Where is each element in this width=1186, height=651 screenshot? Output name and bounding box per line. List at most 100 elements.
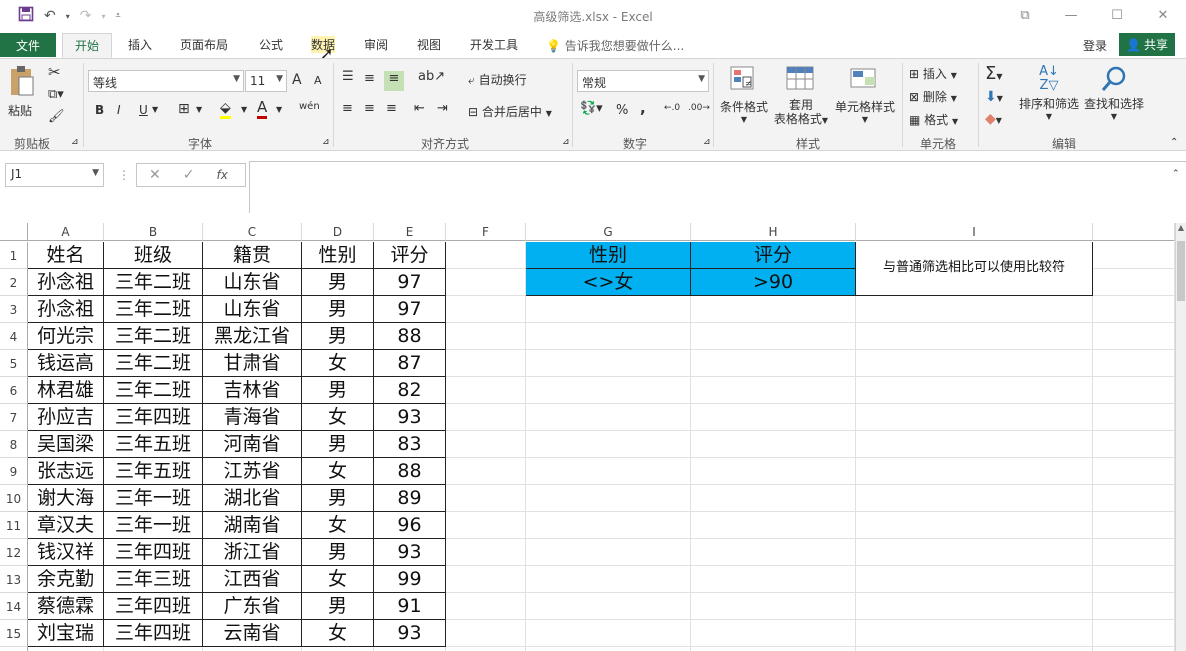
row-header[interactable]: 5 (0, 350, 28, 377)
grid-cell[interactable] (856, 647, 1093, 651)
grid-cell[interactable] (1093, 647, 1175, 651)
ribbon-display-icon[interactable]: ⧉ (1002, 0, 1048, 30)
grid-cell[interactable] (691, 620, 856, 647)
grid-cell[interactable] (446, 593, 526, 620)
grid-cell[interactable]: 三年二班 (104, 296, 203, 323)
column-header-a[interactable]: A (28, 223, 104, 241)
close-icon[interactable]: ✕ (1140, 0, 1186, 30)
grid-cell[interactable] (1093, 620, 1175, 647)
grid-cell[interactable]: 男 (302, 296, 374, 323)
column-header-i[interactable]: I (856, 223, 1093, 241)
grid-cell[interactable] (526, 593, 691, 620)
grid-cell[interactable] (526, 620, 691, 647)
grid-cell[interactable] (1093, 242, 1175, 269)
font-launcher-icon[interactable]: ⊿ (322, 137, 330, 147)
grid-cell[interactable]: 林君雄 (28, 377, 104, 404)
scroll-thumb[interactable] (1177, 241, 1185, 301)
row-header[interactable]: 16 (0, 647, 28, 651)
grid-cell[interactable]: 三年二班 (104, 350, 203, 377)
grid-cell[interactable] (691, 296, 856, 323)
grid-cell[interactable]: 姓名 (28, 242, 104, 269)
tab-file[interactable]: 文件 (0, 33, 56, 57)
tab-home[interactable]: 开始 (62, 33, 113, 58)
grid-cell[interactable]: 性别 (526, 242, 691, 269)
format-cells-button[interactable]: ▦ 格式 ▼ (909, 111, 958, 128)
grid-cell[interactable] (856, 350, 1093, 377)
login-link[interactable]: 登录 (1083, 37, 1107, 54)
grid-cell[interactable]: 97 (374, 269, 446, 296)
cut-icon[interactable]: ✂ (48, 63, 61, 81)
tab-page-layout[interactable]: 页面布局 (180, 36, 228, 53)
grid-cell[interactable] (446, 404, 526, 431)
row-header[interactable]: 13 (0, 566, 28, 593)
grid-cell[interactable] (856, 539, 1093, 566)
borders-icon[interactable]: ⊞ (178, 101, 190, 117)
grid-cell[interactable]: 广东省 (203, 593, 302, 620)
grid-cell[interactable]: 三年五班 (104, 458, 203, 485)
grid-cell[interactable] (446, 323, 526, 350)
grid-cell[interactable] (691, 539, 856, 566)
grid-cell[interactable]: 96 (374, 512, 446, 539)
insert-cells-button[interactable]: ⊞ 插入 ▼ (909, 65, 957, 82)
grid-cell[interactable] (526, 539, 691, 566)
grid-cell[interactable] (691, 593, 856, 620)
grid-cell[interactable]: 籍贯 (203, 242, 302, 269)
grid-cell[interactable] (1093, 566, 1175, 593)
grid-cell[interactable]: 三年五班 (104, 431, 203, 458)
grid-cell[interactable]: 甘肃省 (203, 350, 302, 377)
tab-formulas[interactable]: 公式 (259, 36, 283, 53)
grid-cell[interactable] (1093, 593, 1175, 620)
grid-cell[interactable] (526, 404, 691, 431)
grid-cell[interactable]: 吴国梁 (28, 431, 104, 458)
grid-cell[interactable] (691, 404, 856, 431)
grid-cell[interactable]: 88 (374, 458, 446, 485)
grid-cell[interactable] (446, 458, 526, 485)
grid-cell[interactable]: 孙应吉 (28, 404, 104, 431)
column-header-b[interactable]: B (104, 223, 203, 241)
grid-cell[interactable]: 余克勤 (28, 566, 104, 593)
conditional-formatting-button[interactable]: ≠ 条件格式 ▼ (719, 65, 769, 124)
grid-cell[interactable] (856, 296, 1093, 323)
grid-cell[interactable] (691, 512, 856, 539)
merge-center-button[interactable]: ⊟ 合并后居中 ▼ (468, 103, 552, 120)
paste-button[interactable]: 粘贴 (8, 65, 36, 119)
grid-cell[interactable] (446, 296, 526, 323)
grid-cell[interactable]: 88 (374, 323, 446, 350)
grid-cell[interactable] (446, 539, 526, 566)
vertical-scrollbar[interactable]: ▲ (1175, 223, 1186, 651)
align-right-icon[interactable]: ≡ (386, 101, 397, 116)
grid-cell[interactable]: 女 (302, 620, 374, 647)
cancel-icon[interactable]: ✕ (149, 167, 161, 183)
grid-cell[interactable] (374, 647, 446, 651)
tab-insert[interactable]: 插入 (128, 36, 152, 53)
align-top-icon[interactable]: ☰ (342, 69, 354, 84)
grid-cell[interactable] (1093, 296, 1175, 323)
grid-cell[interactable] (691, 431, 856, 458)
grid-cell[interactable] (691, 323, 856, 350)
row-header[interactable]: 2 (0, 269, 28, 296)
grid-cell[interactable] (691, 566, 856, 593)
find-select-button[interactable]: 查找和选择 ▼ (1083, 65, 1145, 121)
comma-button[interactable]: , (640, 99, 646, 117)
insert-function-button[interactable]: fx (216, 168, 227, 182)
grid-cell[interactable] (526, 296, 691, 323)
maximize-icon[interactable]: ☐ (1094, 0, 1140, 30)
grid-cell[interactable]: 93 (374, 620, 446, 647)
grid-cell[interactable]: 93 (374, 539, 446, 566)
tab-review[interactable]: 审阅 (364, 36, 388, 53)
grid-cell[interactable]: 班级 (104, 242, 203, 269)
chevron-down-icon[interactable]: ▼ (196, 105, 202, 114)
grid-cell[interactable] (526, 458, 691, 485)
grid-cell[interactable]: 湖北省 (203, 485, 302, 512)
grid-cell[interactable]: 张志远 (28, 458, 104, 485)
grid-cell[interactable] (1093, 404, 1175, 431)
grid-cell[interactable]: 97 (374, 296, 446, 323)
grid-cell[interactable]: 三年二班 (104, 323, 203, 350)
wrap-text-button[interactable]: ⤶ 自动换行 (468, 71, 527, 88)
grid-cell[interactable]: 三年四班 (104, 593, 203, 620)
grid-cell[interactable]: 三年四班 (104, 620, 203, 647)
number-format-select[interactable]: 常规 ▼ (577, 70, 709, 92)
grid-cell[interactable] (1093, 323, 1175, 350)
criteria-note-cell[interactable]: 与普通筛选相比可以使用比较符 (856, 242, 1093, 296)
chevron-down-icon[interactable]: ▼ (152, 105, 158, 114)
